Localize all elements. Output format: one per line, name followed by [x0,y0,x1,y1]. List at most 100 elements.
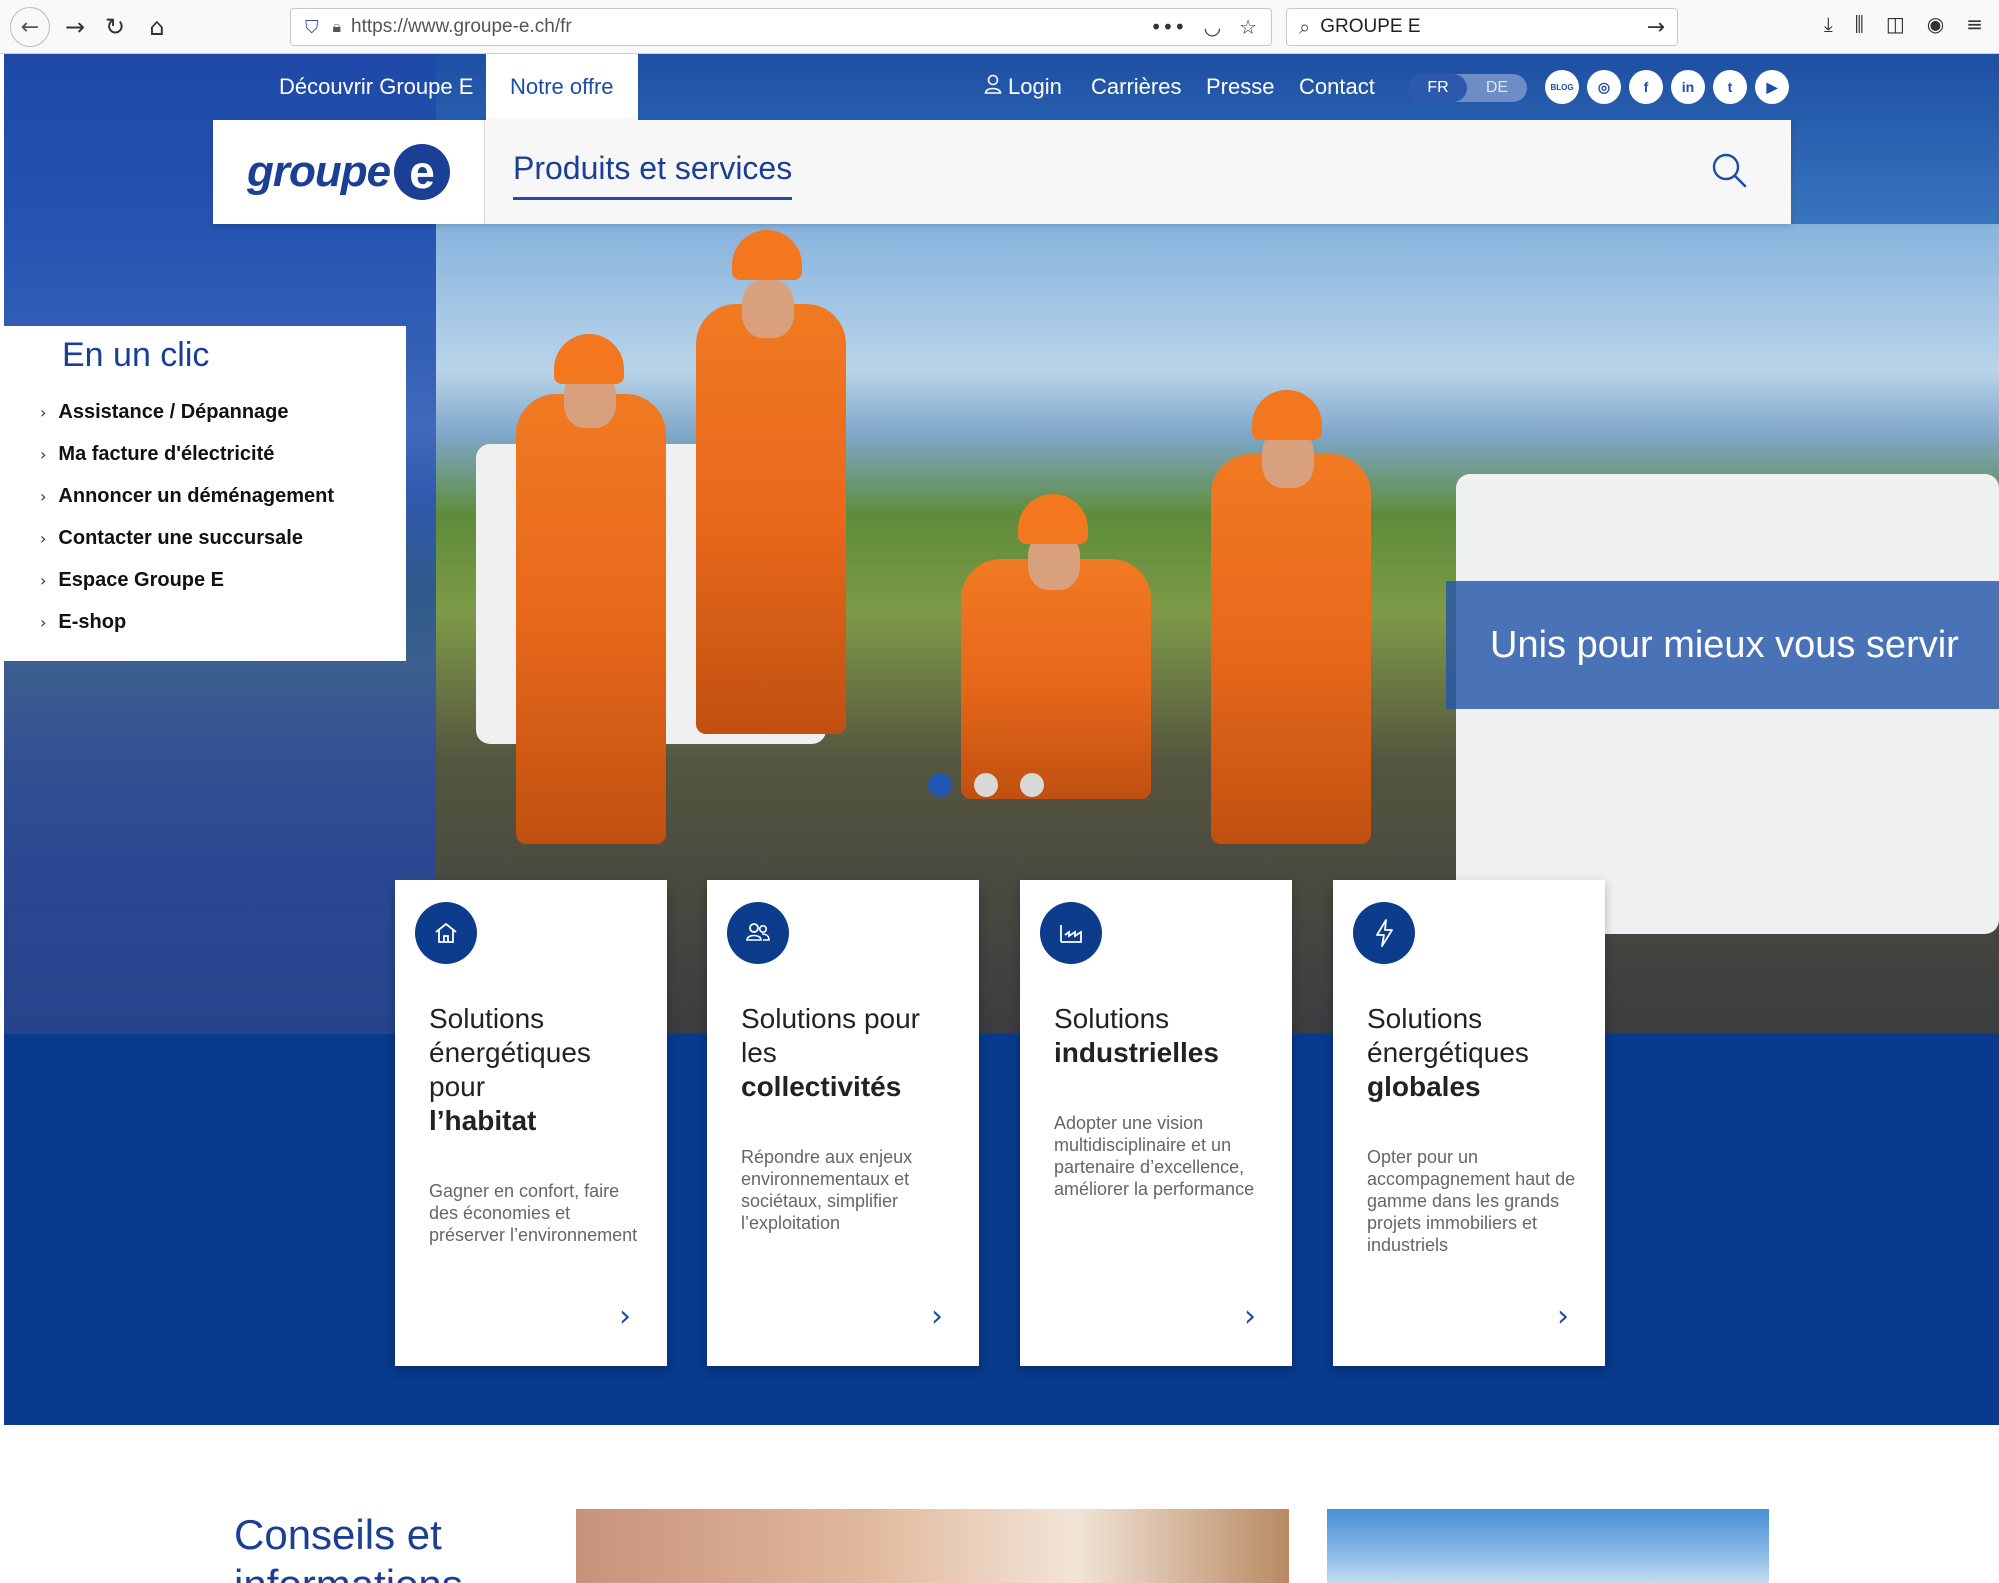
reload-icon[interactable]: ↻ [98,10,132,44]
card-globales[interactable]: Solutions énergétiques globales Opter pou… [1333,880,1605,1366]
star-icon[interactable]: ☆ [1239,15,1257,39]
browser-toolbar: ← → ↻ ⌂ ⛉ 🔒︎ https://www.groupe-e.ch/fr … [0,0,1999,54]
lock-icon[interactable]: 🔒︎ [333,17,342,37]
logo-word: groupe [246,147,391,196]
home-icon[interactable]: ⌂ [140,10,174,44]
card-description: Adopter une vision multidisciplinaire et… [1054,1113,1255,1199]
nav-press[interactable]: Presse [1206,54,1274,120]
quick-link[interactable]: › Espace Groupe E [40,559,406,601]
chevron-right-icon: › [40,570,47,590]
download-icon[interactable]: ⤓ [1824,12,1833,36]
chevron-right-icon[interactable]: › [1557,1299,1569,1334]
menu-icon[interactable]: ≡ [1966,12,1983,36]
search-icon[interactable] [1707,148,1753,194]
quick-link-label: Ma facture d'électricité [58,442,275,465]
pocket-icon[interactable]: ◡ [1204,15,1221,39]
sidebar-icon[interactable]: ◫ [1886,12,1905,36]
card-description: Opter pour un accompagnement haut de gam… [1367,1147,1576,1255]
worker-2-face [742,280,794,338]
shield-icon[interactable]: ⛉ [305,17,319,38]
chevron-right-icon[interactable]: › [931,1299,943,1334]
card-title: Solutions énergétiques pour l’habitat [429,1003,591,1136]
go-arrow-icon[interactable]: → [1647,15,1665,40]
facebook-icon[interactable]: f [1629,70,1663,104]
logo-e: e [394,144,451,200]
quick-link[interactable]: › Annoncer un déménagement [40,475,406,517]
url-text[interactable]: https://www.groupe-e.ch/fr [351,16,572,38]
card-industrielles[interactable]: Solutions industrielles Adopter une visio… [1020,880,1292,1366]
quick-links-panel: En un clic › Assistance / Dépannage › Ma f… [4,326,406,661]
quick-links-title: En un clic [62,336,210,374]
carousel-dot-3[interactable] [1020,773,1044,797]
worker-3 [961,559,1151,799]
hero-slogan: Unis pour mieux vous servir [1446,581,1999,709]
library-icon[interactable]: ⫼ [1855,12,1864,36]
blog-icon[interactable]: BLOG [1545,70,1579,104]
advice-image-sky[interactable] [1327,1509,1769,1583]
search-query[interactable]: GROUPE E [1320,16,1420,38]
worker-3-helmet [1018,494,1088,544]
section-title-advice: Conseils et informations [234,1511,463,1583]
login-label: Login [1008,74,1062,99]
card-description: Répondre aux enjeux environnementaux et … [741,1147,913,1233]
top-navigation: Découvrir Groupe E Notre offre Login Car… [4,54,1999,120]
lang-de[interactable]: DE [1467,79,1527,97]
back-icon[interactable]: ← [10,7,50,47]
quick-link[interactable]: › E-shop [40,601,406,643]
user-icon [984,74,1002,100]
carousel-dot-2[interactable] [974,773,998,797]
card-habitat[interactable]: Solutions énergétiques pour l’habitat Gag… [395,880,667,1366]
quick-link[interactable]: › Assistance / Dépannage [40,391,406,433]
chevron-right-icon[interactable]: › [1244,1299,1256,1334]
quick-link-label: E-shop [58,610,127,633]
nav-offer[interactable]: Notre offre [486,54,638,120]
quick-link-label: Contacter une succursale [58,526,303,549]
worker-1 [516,394,666,844]
twitter-icon[interactable]: t [1713,70,1747,104]
search-bar[interactable]: ⌕ GROUPE E → [1286,8,1678,46]
chevron-right-icon: › [40,444,47,464]
lightning-icon [1353,902,1415,964]
carousel-dots [928,773,1044,797]
chevron-right-icon: › [40,612,47,632]
worker-2 [696,304,846,734]
people-icon [727,902,789,964]
chevron-right-icon[interactable]: › [619,1299,631,1334]
language-switch[interactable]: FR DE [1409,74,1527,102]
account-icon[interactable]: ◉ [1927,12,1944,36]
tab-products-services[interactable]: Produits et services [513,150,793,200]
quick-link[interactable]: › Contacter une succursale [40,517,406,559]
factory-icon [1040,902,1102,964]
chevron-right-icon: › [40,402,47,422]
carousel-dot-1[interactable] [928,773,952,797]
address-bar[interactable]: ⛉ 🔒︎ https://www.groupe-e.ch/fr ••• ◡ ☆ [290,8,1272,46]
more-icon[interactable]: ••• [1150,15,1185,39]
lang-fr[interactable]: FR [1409,74,1467,102]
linkedin-icon[interactable]: in [1671,70,1705,104]
worker-4-helmet [1252,390,1322,440]
worker-1-helmet [554,334,624,384]
nav-careers[interactable]: Carrières [1091,54,1181,120]
nav-discover[interactable]: Découvrir Groupe E [279,54,473,120]
chevron-right-icon: › [40,486,47,506]
nav-login[interactable]: Login [984,54,1062,120]
card-description: Gagner en confort, faire des économies e… [429,1181,638,1245]
quick-link[interactable]: › Ma facture d'électricité [40,433,406,475]
webpage: Découvrir Groupe E Notre offre Login Car… [4,54,1999,1583]
brand-bar: groupe e Produits et services [213,120,1791,224]
card-title: Solutions énergétiques globales [1367,1003,1529,1102]
worker-4 [1211,454,1371,844]
forward-icon[interactable]: → [58,10,92,44]
quick-link-label: Espace Groupe E [58,568,225,591]
logo[interactable]: groupe e [213,120,485,224]
nav-contact[interactable]: Contact [1299,54,1375,120]
house-icon [415,902,477,964]
chevron-right-icon: › [40,528,47,548]
instagram-icon[interactable]: ◎ [1587,70,1621,104]
card-collectivites[interactable]: Solutions pour les collectivités Répondre… [707,880,979,1366]
youtube-icon[interactable]: ▶ [1755,70,1789,104]
search-icon: ⌕ [1299,15,1311,39]
advice-image-people[interactable] [576,1509,1289,1583]
solutions-band [4,1034,1999,1425]
quick-link-label: Assistance / Dépannage [58,400,289,423]
